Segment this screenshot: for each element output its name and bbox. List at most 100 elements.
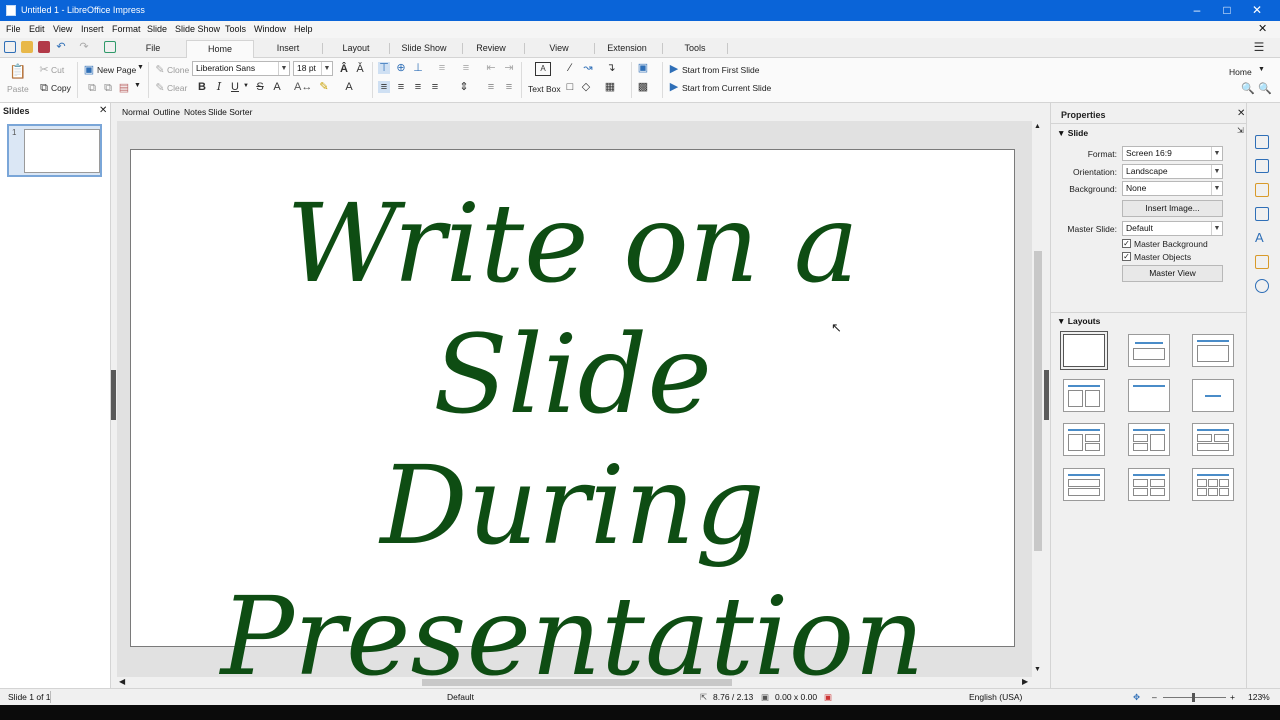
close-window-icon[interactable]: ✕ [1242, 2, 1272, 19]
tab-view[interactable]: View [542, 40, 576, 58]
tab-file[interactable]: File [138, 40, 168, 58]
char-spacing-icon[interactable]: A↔ [294, 81, 312, 93]
save-icon[interactable] [38, 41, 50, 53]
layout-title-2-content-content[interactable] [1063, 423, 1105, 456]
background-select[interactable]: None ▼ [1122, 181, 1223, 196]
slide-title-text[interactable]: Write on a Slide During Presentation [131, 178, 1014, 702]
paste-label[interactable]: Paste [7, 84, 29, 94]
menu-window[interactable]: Window [254, 24, 286, 34]
menu-format[interactable]: Format [112, 24, 141, 34]
align-right-icon[interactable]: ≡ [412, 81, 424, 93]
clear-icon[interactable]: ✎ [154, 82, 166, 94]
gallery-icon[interactable] [1255, 255, 1269, 269]
new-document-icon[interactable] [4, 41, 16, 53]
layout-title-2-content[interactable] [1063, 379, 1105, 412]
line-spacing-icon[interactable]: ⇕ [458, 81, 470, 93]
tab-extension[interactable]: Extension [604, 40, 650, 58]
slide-layout-icon[interactable]: ▤ [118, 82, 130, 94]
zoom-level-status[interactable]: 123% [1248, 692, 1270, 702]
layout-title-content[interactable] [1192, 334, 1234, 367]
delete-slide-icon[interactable]: ⧉ [102, 82, 114, 94]
shadow-icon[interactable]: A [271, 81, 283, 93]
tab-review[interactable]: Review [471, 40, 511, 58]
italic-icon[interactable]: I [213, 81, 225, 93]
vertical-scroll-thumb[interactable] [1034, 251, 1042, 551]
slide-thumbnail-1[interactable]: 1 [7, 124, 102, 177]
view-tab-normal[interactable]: Normal [122, 107, 149, 117]
orientation-select[interactable]: Landscape ▼ [1122, 164, 1223, 179]
slide-section-header[interactable]: ▼ Slide [1057, 128, 1088, 138]
layout-title-content-2-content[interactable] [1128, 423, 1170, 456]
strikethrough-icon[interactable]: S [254, 81, 266, 93]
cut-label[interactable]: Cut [51, 65, 64, 75]
find-replace-icon[interactable]: 🔍 [1241, 83, 1255, 95]
close-icon[interactable]: ✕ [99, 105, 107, 116]
open-folder-icon[interactable] [21, 41, 33, 53]
document-modified-icon[interactable]: ▣ [824, 692, 832, 703]
new-page-icon[interactable]: ▣ [83, 64, 95, 76]
layout-title-4-content[interactable] [1128, 468, 1170, 501]
scroll-right-icon[interactable]: ▶ [1022, 677, 1028, 686]
vertical-scrollbar[interactable]: ▲ ▼ [1032, 121, 1044, 677]
connector-icon[interactable]: ↴ [605, 62, 617, 74]
layouts-section-header[interactable]: ▼ Layouts [1057, 316, 1100, 326]
layout-blank[interactable] [1060, 331, 1108, 370]
clone-icon[interactable]: ✎ [154, 64, 166, 76]
font-color-icon[interactable]: A [343, 81, 355, 93]
layout-centered-text[interactable] [1192, 379, 1234, 412]
highlight-icon[interactable]: ✎ [318, 81, 330, 93]
sidebar-collapse-handle[interactable] [1044, 370, 1049, 420]
scroll-up-icon[interactable]: ▲ [1034, 123, 1041, 130]
fit-slide-icon[interactable]: ✥ [1133, 692, 1140, 703]
layout-title-6-content[interactable] [1192, 468, 1234, 501]
horizontal-scroll-thumb[interactable] [422, 679, 732, 686]
text-box-icon[interactable]: A [535, 62, 551, 76]
align-bottom-icon[interactable]: ⊥ [412, 62, 424, 74]
font-name-combo[interactable]: Liberation Sans ▼ [192, 61, 290, 76]
sidebar-menu-icon[interactable]: ☰ [1253, 41, 1265, 53]
properties-deck-icon[interactable] [1255, 135, 1269, 149]
tab-insert[interactable]: Insert [268, 40, 308, 58]
slides-pane-collapse-handle[interactable] [111, 370, 116, 420]
navigator-icon[interactable] [1255, 279, 1269, 293]
master-objects-checkbox[interactable]: ✓ [1122, 252, 1131, 261]
align-middle-icon[interactable]: ⊕ [395, 62, 407, 74]
chevron-down-icon[interactable]: ▼ [1258, 66, 1265, 73]
layout-title-2-content-over-content[interactable] [1192, 423, 1234, 456]
minimize-icon[interactable]: – [1182, 2, 1212, 19]
styles-icon[interactable]: A [1255, 231, 1269, 245]
fill-color-icon[interactable]: ▣ [637, 62, 649, 74]
menu-insert[interactable]: Insert [81, 24, 104, 34]
master-page-status[interactable]: Default [447, 692, 474, 702]
copy-label[interactable]: Copy [51, 83, 71, 93]
clone-label[interactable]: Clone [167, 65, 189, 75]
horizontal-scrollbar[interactable]: ◀ ▶ [117, 677, 1032, 688]
menu-view[interactable]: View [53, 24, 72, 34]
scroll-down-icon[interactable]: ▼ [1034, 666, 1041, 673]
tab-slide-show[interactable]: Slide Show [398, 40, 450, 58]
redo-icon[interactable]: ↷ [78, 41, 90, 53]
view-tab-slide-sorter[interactable]: Slide Sorter [208, 107, 252, 117]
slide-canvas[interactable]: Write on a Slide During Presentation [130, 149, 1015, 700]
more-options-icon[interactable]: ⇲ [1237, 126, 1244, 135]
curve-icon[interactable]: ↝ [582, 62, 594, 74]
paste-icon[interactable]: 📋 [9, 64, 26, 78]
layout-title-only[interactable] [1128, 379, 1170, 412]
start-first-slide-button[interactable]: Start from First Slide [682, 65, 759, 75]
zoom-in-icon[interactable]: + [1230, 692, 1235, 702]
align-center-icon[interactable]: ≡ [395, 81, 407, 93]
view-tab-outline[interactable]: Outline [153, 107, 180, 117]
maximize-icon[interactable]: □ [1212, 2, 1242, 19]
bullets-icon[interactable]: ≡ [436, 62, 448, 74]
layout-title-content-over-content[interactable] [1063, 468, 1105, 501]
tab-tools[interactable]: Tools [680, 40, 710, 58]
master-view-button[interactable]: Master View [1122, 265, 1223, 282]
clear-label[interactable]: Clear [167, 83, 187, 93]
duplicate-icon[interactable]: ⧉ [86, 82, 98, 94]
home-dropdown[interactable]: Home [1229, 67, 1252, 77]
grow-font-icon[interactable]: Â [338, 63, 350, 75]
align-top-icon[interactable]: ⊤ [378, 62, 390, 74]
zoom-icon[interactable]: 🔍 [1258, 83, 1272, 95]
bold-icon[interactable]: B [196, 81, 208, 93]
justify-icon[interactable]: ≡ [429, 81, 441, 93]
